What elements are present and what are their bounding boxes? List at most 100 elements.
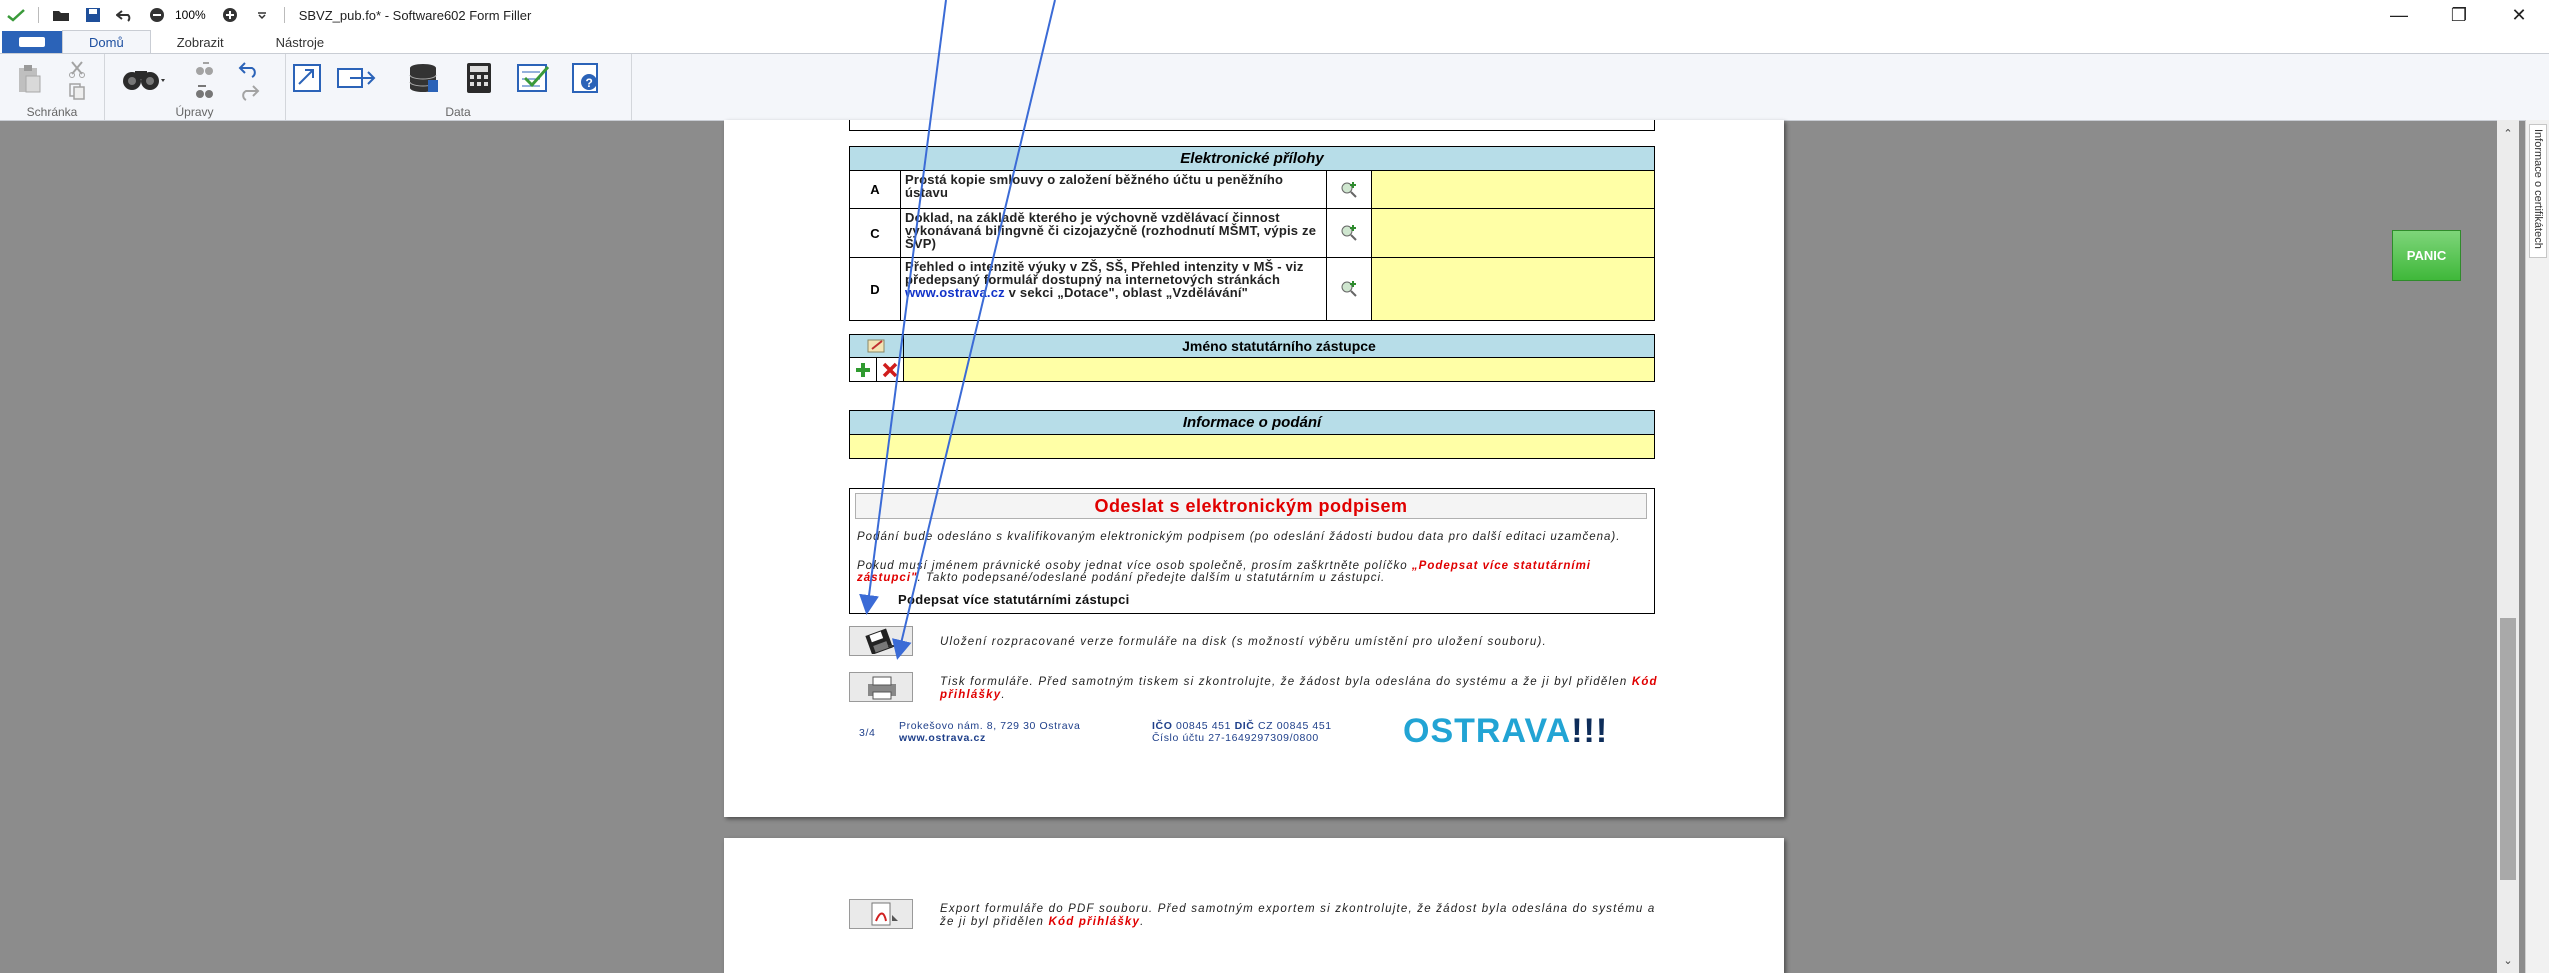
dic-label: DIČ bbox=[1234, 720, 1255, 732]
close-button[interactable]: ✕ bbox=[2489, 0, 2549, 30]
print-form-description: Tisk formuláře. Před samotným tiskem si … bbox=[940, 676, 1660, 702]
attachment-description: Prostá kopie smlouvy o založení běžného … bbox=[900, 170, 1327, 209]
title-bar: 100% SBVZ_pub.fo* - Software602 Form Fil… bbox=[0, 0, 2549, 30]
attachment-file-field[interactable] bbox=[1371, 208, 1655, 258]
signature-info-text: Podání bude odesláno s kvalifikovaným el… bbox=[857, 531, 1621, 543]
edit-representative-button[interactable] bbox=[849, 334, 904, 358]
cut-icon[interactable] bbox=[66, 59, 88, 79]
tab-home[interactable]: Domů bbox=[62, 30, 151, 53]
period: . bbox=[1001, 689, 1006, 701]
attachment-code: C bbox=[849, 208, 901, 258]
submission-info-field bbox=[849, 434, 1655, 459]
footer-ids: IČO 00845 451 DIČ CZ 00845 451 bbox=[1152, 720, 1332, 732]
tab-tools[interactable]: Nástroje bbox=[250, 31, 350, 53]
window-controls: — ❐ ✕ bbox=[2369, 0, 2549, 30]
vertical-scrollbar[interactable]: ⌃ ⌄ bbox=[2497, 120, 2519, 973]
attachment-description: Přehled o intenzitě výuky v ZŠ, SŠ, Přeh… bbox=[900, 257, 1327, 321]
find-next-icon[interactable] bbox=[192, 82, 218, 102]
quick-access-toolbar: 100% bbox=[0, 0, 291, 30]
find-binoculars-icon[interactable] bbox=[120, 64, 168, 94]
edit-group-label: Úpravy bbox=[175, 105, 214, 119]
file-menu-icon bbox=[19, 37, 45, 47]
zoom-in-icon[interactable] bbox=[217, 2, 243, 28]
save-icon[interactable] bbox=[80, 2, 106, 28]
multiple-signers-info: Pokud musí jménem právnické osoby jednat… bbox=[857, 560, 1649, 584]
file-menu-button[interactable] bbox=[2, 31, 62, 53]
minimize-button[interactable]: — bbox=[2369, 0, 2429, 30]
attach-file-button[interactable] bbox=[1326, 257, 1372, 321]
paste-icon[interactable] bbox=[14, 62, 44, 96]
footer-account: Číslo účtu 27-1649297309/0800 bbox=[1152, 732, 1319, 744]
scroll-down-icon[interactable]: ⌄ bbox=[2497, 951, 2519, 969]
edit-group: Úpravy bbox=[104, 54, 286, 120]
export-data-icon[interactable] bbox=[335, 60, 379, 96]
attach-zoom-icon bbox=[1341, 181, 1357, 198]
attach-file-button[interactable] bbox=[1326, 208, 1372, 258]
replace-icon[interactable] bbox=[192, 59, 218, 79]
attach-file-button[interactable] bbox=[1326, 170, 1372, 209]
delete-icon bbox=[882, 362, 898, 377]
clipboard-group: Schránka bbox=[0, 54, 105, 120]
multiple-signers-label: Podepsat více statutárními zástupci bbox=[898, 592, 1130, 607]
panic-button[interactable]: PANIC bbox=[2392, 230, 2461, 281]
attachment-file-field[interactable] bbox=[1371, 257, 1655, 321]
save-form-button[interactable] bbox=[849, 626, 913, 656]
svg-text:?: ? bbox=[586, 76, 593, 90]
sign-submit-button[interactable]: Odeslat s elektronickým podpisem bbox=[855, 493, 1647, 519]
ribbon: Schránka Úpravy ? Data bbox=[0, 53, 2549, 121]
undo-icon[interactable] bbox=[112, 2, 138, 28]
data-group-label: Data bbox=[445, 105, 471, 119]
multiple-signers-checkbox[interactable] bbox=[868, 592, 882, 606]
undo-ribbon-icon[interactable] bbox=[236, 59, 262, 79]
ostrava-web-link[interactable]: www.ostrava.cz bbox=[905, 285, 1005, 300]
copy-icon[interactable] bbox=[66, 81, 88, 101]
application-code-text: Kód přihlášky bbox=[1048, 916, 1141, 928]
certificate-info-panel: Informace o certifikátech bbox=[2525, 120, 2549, 973]
period: . bbox=[1140, 916, 1145, 928]
attach-zoom-icon bbox=[1341, 281, 1357, 297]
scroll-up-icon[interactable]: ⌃ bbox=[2497, 124, 2519, 142]
logo-bang: !!! bbox=[1571, 712, 1609, 750]
zoom-out-icon[interactable] bbox=[144, 2, 170, 28]
remove-row-button[interactable] bbox=[876, 357, 904, 382]
attachment-file-field[interactable] bbox=[1371, 170, 1655, 209]
clipboard-group-label: Schránka bbox=[26, 105, 78, 119]
footer-web[interactable]: www.ostrava.cz bbox=[899, 732, 986, 744]
export-pdf-button[interactable] bbox=[849, 899, 913, 929]
certificate-info-tab[interactable]: Informace o certifikátech bbox=[2529, 124, 2547, 258]
previous-section-box bbox=[849, 120, 1655, 131]
restore-button[interactable]: ❐ bbox=[2429, 0, 2489, 30]
multiple-signers-text: . Takto podepsané/odeslané podání předej… bbox=[917, 572, 1386, 584]
import-data-icon[interactable] bbox=[289, 60, 325, 96]
data-group: ? Data bbox=[285, 54, 632, 120]
calculator-icon[interactable] bbox=[461, 60, 497, 96]
print-form-button[interactable] bbox=[849, 672, 913, 702]
database-icon[interactable] bbox=[405, 60, 441, 96]
floppy-disk-icon bbox=[865, 628, 900, 654]
edit-table-icon bbox=[867, 339, 884, 353]
open-folder-icon[interactable] bbox=[48, 2, 74, 28]
add-row-button[interactable] bbox=[849, 357, 877, 382]
redo-ribbon-icon[interactable] bbox=[236, 82, 262, 102]
scroll-thumb[interactable] bbox=[2500, 618, 2516, 880]
statutory-header: Jméno statutárního zástupce bbox=[903, 334, 1655, 358]
ribbon-tabs: Domů Zobrazit Nástroje bbox=[0, 30, 2549, 53]
attachments-header: Elektronické přílohy bbox=[849, 146, 1655, 171]
plus-icon bbox=[856, 362, 870, 377]
attachment-description: Doklad, na základě kterého je výchovně v… bbox=[900, 208, 1327, 258]
representative-name-field[interactable] bbox=[903, 357, 1655, 382]
tab-view[interactable]: Zobrazit bbox=[151, 31, 250, 53]
attach-zoom-icon bbox=[1341, 225, 1357, 241]
page-number: 3/4 bbox=[859, 727, 876, 739]
validate-form-icon[interactable] bbox=[513, 60, 553, 96]
pdf-icon bbox=[871, 902, 898, 926]
electronic-signature-box: Odeslat s elektronickým podpisem Podání … bbox=[849, 488, 1655, 614]
help-icon[interactable]: ? bbox=[567, 60, 603, 96]
attachment-code: D bbox=[849, 257, 901, 321]
customize-toolbar-icon[interactable] bbox=[249, 2, 275, 28]
ico-value: 00845 451 bbox=[1176, 720, 1232, 732]
app-menu-icon[interactable] bbox=[3, 2, 29, 28]
logo-word: OSTRAVA bbox=[1403, 712, 1572, 750]
zoom-level: 100% bbox=[175, 8, 206, 22]
print-description-text: Tisk formuláře. Před samotným tiskem si … bbox=[940, 676, 1632, 688]
